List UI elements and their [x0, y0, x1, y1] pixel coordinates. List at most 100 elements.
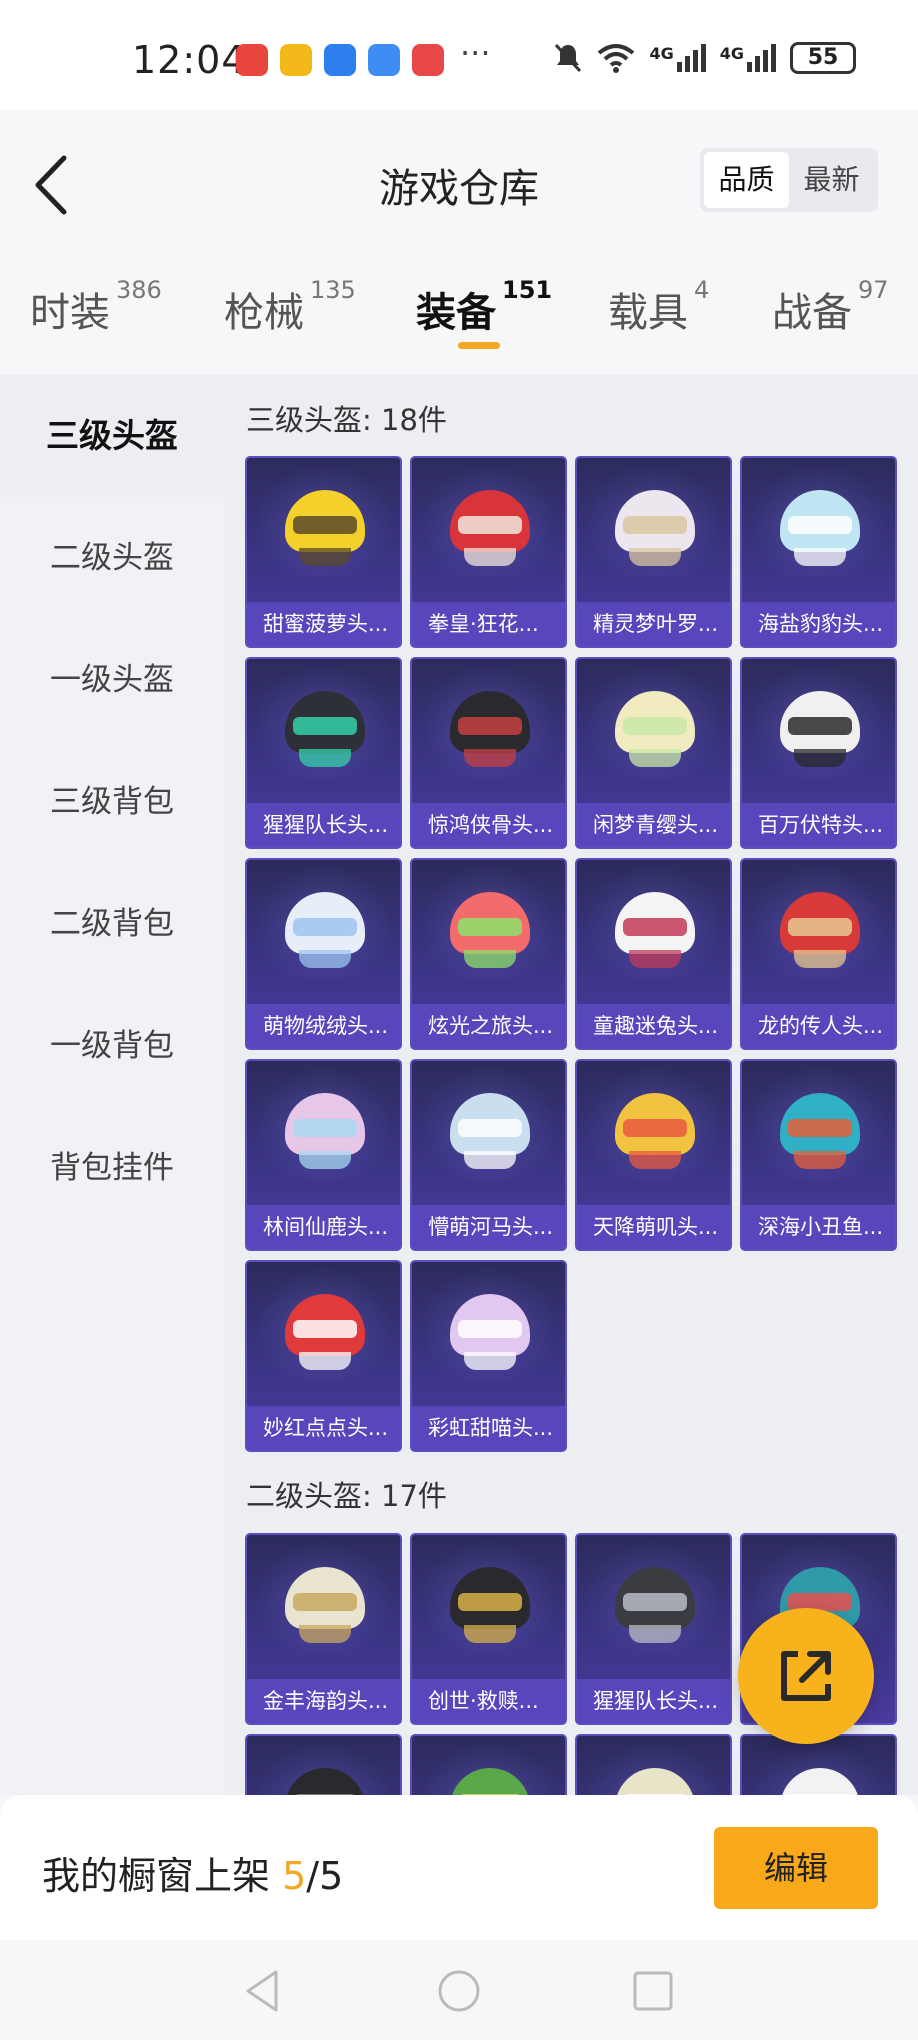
tab-fashion[interactable]: 时装 386	[30, 276, 162, 338]
sidebar-item-level2-helmet[interactable]: 二级头盔	[0, 497, 224, 619]
item-card[interactable]: 拳皇·狂花...	[410, 456, 567, 648]
item-name: 金丰海韵头...	[247, 1679, 400, 1723]
item-card[interactable]: 海盐豹豹头...	[740, 456, 897, 648]
helmet-icon	[450, 892, 530, 970]
showcase-current-count: 5	[282, 1854, 307, 1898]
helmet-icon	[615, 1093, 695, 1171]
notification-app-icons	[236, 44, 444, 76]
item-card[interactable]: 百万伏特头...	[740, 657, 897, 849]
item-list: 三级头盔: 18件 甜蜜菠萝头... 拳皇·狂花... 精灵梦叶罗... 海盐豹豹头.…	[224, 375, 918, 1795]
mute-icon	[555, 43, 582, 73]
page-header: 游戏仓库 品质 最新 时装 386 枪械 135 装备 151 载具 4 战备 97	[0, 110, 918, 360]
tab-count: 4	[694, 276, 710, 304]
cellular-signal-icon: 4G	[720, 44, 776, 72]
tab-guns[interactable]: 枪械 135	[224, 276, 356, 338]
book-icon	[412, 44, 444, 76]
item-card[interactable]: 童趣迷兔头...	[575, 858, 732, 1050]
sort-toggle: 品质 最新	[700, 148, 878, 212]
showcase-bar: 我的橱窗上架 5/5 编辑	[0, 1795, 918, 1940]
item-card[interactable]: 精灵梦叶罗...	[575, 456, 732, 648]
item-name: 猩猩队长头...	[247, 803, 400, 847]
helmet-icon	[450, 1093, 530, 1171]
item-card[interactable]: 猩猩队长头...	[245, 657, 402, 849]
item-card[interactable]: 闲梦青缨头...	[575, 657, 732, 849]
system-navigation-bar	[0, 1940, 918, 2040]
item-card[interactable]: 天降萌叽头...	[575, 1059, 732, 1251]
tab-gear[interactable]: 战备 97	[772, 276, 889, 338]
helmet-icon	[285, 1093, 365, 1171]
status-bar: 12:04 ··· 4G 4G 55	[0, 0, 918, 110]
item-card[interactable]: 彩虹甜喵头...	[410, 1260, 567, 1452]
item-name: 拳皇·狂花...	[412, 602, 565, 646]
item-card[interactable]	[245, 1734, 402, 1795]
item-card[interactable]: 猩猩队长头...	[575, 1533, 732, 1725]
tab-count: 386	[116, 276, 162, 304]
item-name: 深海小丑鱼...	[742, 1205, 895, 1249]
showcase-total-count: /5	[306, 1854, 344, 1898]
tab-equipment[interactable]: 装备 151	[416, 276, 552, 338]
share-button[interactable]	[738, 1608, 874, 1744]
item-card[interactable]: 惊鸿侠骨头...	[410, 657, 567, 849]
item-card[interactable]: 创世·救赎...	[410, 1533, 567, 1725]
item-card[interactable]: 炫光之旅头...	[410, 858, 567, 1050]
item-name: 妙红点点头...	[247, 1406, 400, 1450]
helmet-icon	[615, 892, 695, 970]
helmet-icon	[780, 691, 860, 769]
sort-option-newest[interactable]: 最新	[789, 152, 874, 208]
tab-label: 装备	[416, 290, 496, 336]
item-card[interactable]: 龙的传人头...	[740, 858, 897, 1050]
item-card[interactable]: 金丰海韵头...	[245, 1533, 402, 1725]
status-icons: 4G 4G 55	[553, 42, 856, 74]
helmet-icon	[450, 1294, 530, 1372]
sidebar-item-level3-helmet[interactable]: 三级头盔	[0, 375, 224, 497]
item-card[interactable]	[575, 1734, 732, 1795]
edit-button[interactable]: 编辑	[714, 1827, 878, 1909]
item-name: 炫光之旅头...	[412, 1004, 565, 1048]
item-name: 彩虹甜喵头...	[412, 1406, 565, 1450]
helmet-icon	[615, 1567, 695, 1645]
subcategory-sidebar: 三级头盔 二级头盔 一级头盔 三级背包 二级背包 一级背包 背包挂件	[0, 375, 224, 1795]
item-card[interactable]: 深海小丑鱼...	[740, 1059, 897, 1251]
item-card[interactable]: 萌物绒绒头...	[245, 858, 402, 1050]
helmet-icon	[780, 1768, 860, 1795]
tab-label: 载具	[608, 290, 688, 336]
tab-label: 战备	[772, 290, 852, 336]
item-grid-level3-helmet: 甜蜜菠萝头... 拳皇·狂花... 精灵梦叶罗... 海盐豹豹头... 猩猩队长头...…	[245, 456, 897, 1452]
sidebar-item-level2-backpack[interactable]: 二级背包	[0, 863, 224, 985]
tab-vehicles[interactable]: 载具 4	[608, 276, 709, 338]
item-name: 精灵梦叶罗...	[577, 602, 730, 646]
helmet-icon	[780, 1093, 860, 1171]
item-card[interactable]: 甜蜜菠萝头...	[245, 456, 402, 648]
helmet-icon	[615, 490, 695, 568]
helmet-icon	[780, 490, 860, 568]
item-card[interactable]	[410, 1734, 567, 1795]
sidebar-item-backpack-charm[interactable]: 背包挂件	[0, 1107, 224, 1229]
helmet-icon	[285, 691, 365, 769]
active-tab-indicator	[458, 342, 500, 349]
section-title-level2-helmet: 二级头盔: 17件	[246, 1479, 447, 1513]
sidebar-item-level1-helmet[interactable]: 一级头盔	[0, 619, 224, 741]
item-name: 猩猩队长头...	[577, 1679, 730, 1723]
home-circle-icon[interactable]	[434, 1966, 484, 2016]
helmet-icon	[615, 691, 695, 769]
sidebar-item-level3-backpack[interactable]: 三级背包	[0, 741, 224, 863]
recents-square-icon[interactable]	[628, 1966, 678, 2016]
item-name: 百万伏特头...	[742, 803, 895, 847]
item-name: 懵萌河马头...	[412, 1205, 565, 1249]
tab-count: 97	[858, 276, 889, 304]
sidebar-item-level1-backpack[interactable]: 一级背包	[0, 985, 224, 1107]
item-card[interactable]: 林间仙鹿头...	[245, 1059, 402, 1251]
battery-indicator: 55	[790, 42, 856, 74]
item-card[interactable]: 懵萌河马头...	[410, 1059, 567, 1251]
item-name: 海盐豹豹头...	[742, 602, 895, 646]
item-name: 林间仙鹿头...	[247, 1205, 400, 1249]
tab-label: 枪械	[224, 290, 304, 336]
item-card[interactable]: 妙红点点头...	[245, 1260, 402, 1452]
item-name: 甜蜜菠萝头...	[247, 602, 400, 646]
network-type-2: 4G	[719, 44, 744, 63]
item-name: 创世·救赎...	[412, 1679, 565, 1723]
back-triangle-icon[interactable]	[238, 1966, 288, 2016]
helmet-icon	[450, 490, 530, 568]
sort-option-quality[interactable]: 品质	[704, 152, 789, 208]
helmet-icon	[450, 691, 530, 769]
